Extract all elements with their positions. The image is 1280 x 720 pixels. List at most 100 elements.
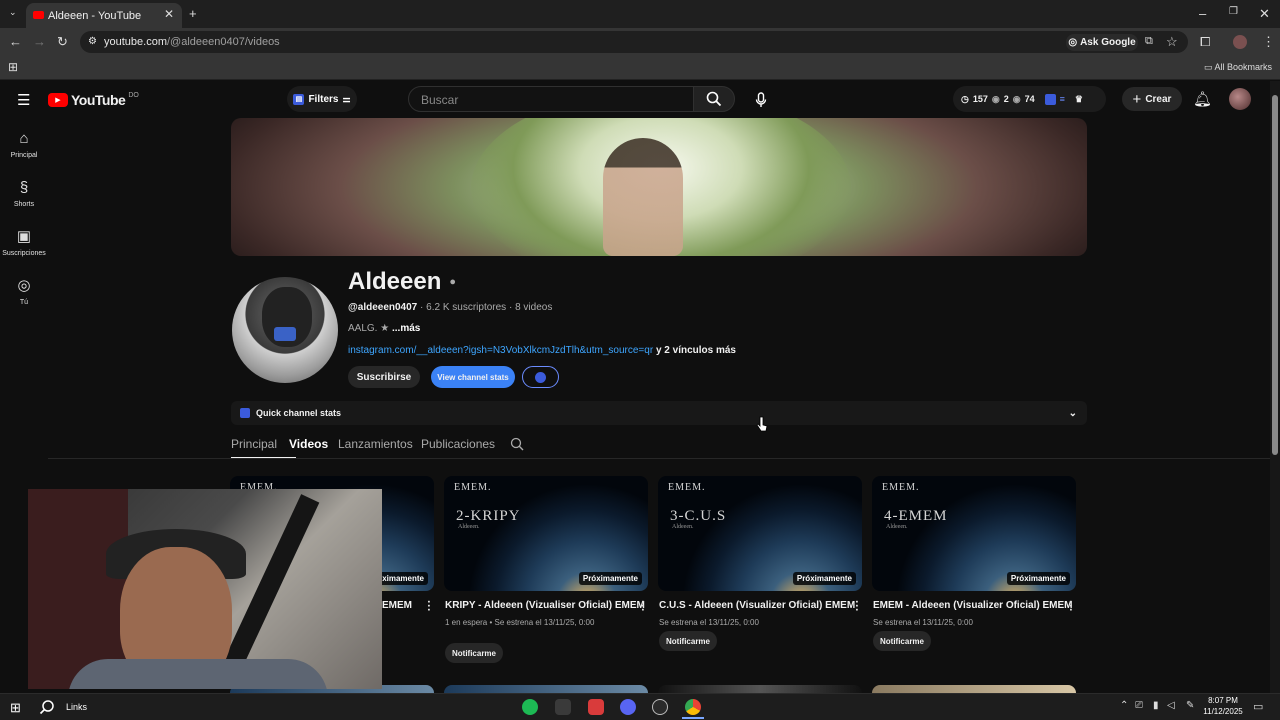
instagram-link[interactable]: instagram.com/__aldeeen?igsh=N3VobXlkcmJ… [348,345,653,356]
notifications-bell-icon[interactable]: 🔔︎ [1193,90,1212,108]
google-lens-icon: ◎ [1068,37,1078,48]
tab-lanzamientos[interactable]: Lanzamientos [338,437,413,451]
filter-sliders-icon: ⚌ [342,93,351,104]
scrollbar[interactable] [1270,81,1280,693]
sidebar-label: Suscripciones [2,250,46,257]
links-toolbar-label[interactable]: Links [66,702,87,712]
more-links[interactable]: y 2 vínculos más [656,345,736,356]
windows-taskbar: ⊞ Links [0,693,1280,720]
video-title[interactable]: C.U.S - Aldeeen (Visualizer Oficial) EME… [659,600,855,611]
notify-me-button[interactable]: Notificarme [659,631,717,651]
account-avatar[interactable] [1229,88,1251,110]
sidebar-item-shorts[interactable]: § Shorts [0,180,48,209]
extensions-icon[interactable]: ⧠ [1200,35,1210,48]
stats-extension-bar[interactable]: ◷ 157 ◉ 2 ◉ 74 ≡ ♛ [953,86,1106,112]
red-app-icon[interactable] [588,699,604,715]
more-options-icon[interactable]: ··· [422,600,436,612]
spotify-icon[interactable] [522,699,538,715]
more-options-icon[interactable]: ··· [1064,600,1078,612]
channel-name-text: Aldeeen [348,268,442,295]
search-input[interactable]: Buscar [408,86,694,112]
menu-icon[interactable]: ☰ [17,91,30,109]
tab-search-icon[interactable]: ⌄ [9,8,17,17]
stat-clock: 157 [972,94,988,104]
subscribe-button[interactable]: Suscribirse [348,366,420,388]
apps-grid-icon[interactable]: ⊞ [8,61,18,73]
back-icon[interactable]: ← [9,35,22,48]
quick-channel-stats-bar[interactable]: Quick channel stats ⌄ [231,401,1087,425]
volume-icon[interactable]: ◁ [1167,700,1175,711]
sidebar-item-subscriptions[interactable]: ▣ Suscripciones [0,228,48,258]
sidebar-item-you[interactable]: ◎ Tú [0,278,48,307]
voice-search-button[interactable] [752,91,770,109]
ext-channel-button[interactable] [522,366,559,388]
new-tab-icon[interactable]: + [189,7,197,20]
plus-icon: + [1132,90,1142,108]
video-thumbnail[interactable]: EMEM. 2-KRIPY Aldeeen. Próximamente [444,476,648,591]
more-link[interactable]: ...más [392,323,420,334]
more-options-icon[interactable]: ··· [636,600,650,612]
subscriptions-icon: ▣ [16,228,32,245]
ask-google-button[interactable]: ◎ Ask Google [1066,34,1138,51]
youtube-logo[interactable]: ▶ YouTube DO [48,92,139,108]
forward-icon[interactable]: → [33,35,46,48]
tabs-divider [48,458,1270,459]
taskbar-search-icon[interactable] [39,699,55,715]
tab-publicaciones[interactable]: Publicaciones [421,437,495,451]
stat-eye1: 2 [1003,94,1009,104]
search-button[interactable] [693,86,735,112]
channel-description[interactable]: AALG. ★ ...más [348,323,420,334]
taskbar-clock[interactable]: 8:07 PM 11/12/2025 [1200,695,1246,717]
tab-videos[interactable]: Videos [289,437,328,451]
close-window-icon[interactable]: ✕ [1259,7,1270,20]
site-info-icon[interactable]: ⚙ [88,36,97,47]
notify-me-button[interactable]: Notificarme [873,631,931,651]
clock-time: 8:07 PM [1208,696,1238,705]
scrollbar-thumb[interactable] [1272,95,1278,455]
browser-menu-icon[interactable]: ⋮ [1262,35,1275,48]
channel-search-icon[interactable] [510,437,524,451]
browser-tab[interactable]: Aldeeen - YouTube ✕ [26,3,182,28]
video-title[interactable]: EMEM [382,600,412,611]
tab-strip: ⌄ Aldeeen - YouTube ✕ + – ❐ ✕ [0,0,1280,28]
address-bar[interactable]: ⚙ youtube.com/@aldeeen0407/videos [80,31,1188,53]
video-thumbnail[interactable]: EMEM. 4-EMEM Aldeeen. Próximamente [872,476,1076,591]
stats-button-label: View channel stats [437,372,509,382]
sidebar-item-principal[interactable]: ⌂ Principal [0,131,48,160]
notify-label: Notificarme [879,636,924,646]
video-meta: Se estrena el 13/11/25, 0:00 [873,618,973,627]
bookmark-star-icon[interactable]: ☆ [1166,35,1178,48]
minimize-icon[interactable]: – [1199,7,1206,20]
video-title[interactable]: EMEM - Aldeeen (Visualizer Oficial) EMEM [873,600,1073,611]
more-options-icon[interactable]: ··· [850,600,864,612]
profile-avatar[interactable] [1233,35,1247,49]
notify-me-button[interactable]: Notificarme [445,643,503,663]
mic-tray-icon[interactable]: ▮ [1153,700,1159,711]
video-title[interactable]: KRIPY - Aldeeen (Vizualiser Oficial) EME… [445,600,645,611]
tab-principal[interactable]: Principal [231,437,277,451]
channel-handle: @aldeeen0407 [348,302,418,313]
network-icon[interactable]: ⎚ [1135,700,1143,711]
close-tab-icon[interactable]: ✕ [164,7,174,21]
obs-icon[interactable] [652,699,668,715]
notification-center-icon[interactable]: ▭ [1253,700,1263,713]
logo-text: YouTube [71,92,126,108]
tray-chevron-icon[interactable]: ⌃ [1120,700,1128,711]
pen-icon[interactable]: ✎ [1186,700,1194,711]
restore-icon[interactable]: ❐ [1229,7,1238,17]
all-bookmarks[interactable]: ▭ All Bookmarks [1204,62,1272,73]
windows-start-icon[interactable]: ⊞ [10,700,21,716]
filters-button[interactable]: ▤ Filters ⚌ [287,86,357,112]
discord-icon[interactable] [620,699,636,715]
active-app-indicator [682,717,704,719]
video-count: 8 videos [515,302,553,313]
view-channel-stats-button[interactable]: View channel stats [431,366,515,388]
description-text: AALG. ★ [348,323,390,334]
reload-icon[interactable]: ↻ [57,35,68,48]
install-icon[interactable]: ⧉ [1145,36,1153,47]
thumb-label: EMEM. [668,482,706,493]
keyboard-app-icon[interactable] [555,699,571,715]
video-thumbnail[interactable]: EMEM. 3-C.U.S Aldeeen. Próximamente [658,476,862,591]
create-button[interactable]: + Crear [1122,87,1182,111]
chrome-taskbar-icon[interactable] [685,699,701,715]
